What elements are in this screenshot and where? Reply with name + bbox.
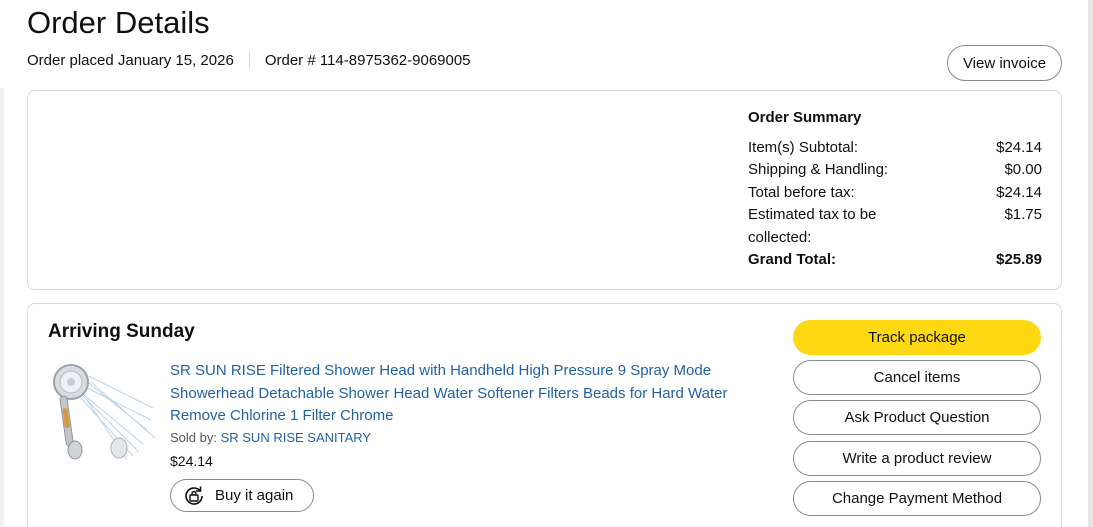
summary-value: $24.14 xyxy=(996,138,1042,156)
buy-it-again-button[interactable]: Buy it again xyxy=(170,479,314,512)
seller-link[interactable]: SR SUN RISE SANITARY xyxy=(221,430,372,445)
product-image[interactable] xyxy=(47,360,156,464)
order-summary-title: Order Summary xyxy=(748,109,862,126)
summary-row-before-tax: Total before tax: $24.14 xyxy=(748,182,1042,205)
order-placed-date: Order placed January 15, 2026 xyxy=(27,51,234,69)
order-number: Order # 114-8975362-9069005 xyxy=(264,51,471,69)
sold-by: Sold by: SR SUN RISE SANITARY xyxy=(170,430,371,445)
summary-label: Shipping & Handling: xyxy=(748,161,889,178)
change-payment-button[interactable]: Change Payment Method xyxy=(793,481,1041,516)
view-invoice-button[interactable]: View invoice xyxy=(947,45,1062,81)
order-summary: Order Summary Item(s) Subtotal: $24.14 S… xyxy=(748,107,1042,272)
summary-label: Total before tax: xyxy=(748,183,855,201)
meta-divider xyxy=(248,51,250,69)
delivery-status: Arriving Sunday xyxy=(48,321,195,342)
buy-it-again-label: Buy it again xyxy=(215,487,294,504)
summary-value: $24.14 xyxy=(996,183,1042,201)
summary-row-subtotal: Item(s) Subtotal: $24.14 xyxy=(748,137,1042,160)
write-review-button[interactable]: Write a product review xyxy=(793,441,1041,476)
sold-by-prefix: Sold by: xyxy=(170,430,221,445)
item-price: $24.14 xyxy=(170,453,213,469)
buy-again-icon xyxy=(181,483,207,509)
summary-label: Estimated tax to be collected: xyxy=(748,206,877,246)
right-scroll-edge xyxy=(1088,0,1093,527)
summary-row-tax: Estimated tax to be collected: $1.75 xyxy=(748,204,1042,249)
summary-value: $1.75 xyxy=(1004,206,1042,223)
track-package-button[interactable]: Track package xyxy=(793,320,1041,355)
page-title: Order Details xyxy=(27,5,210,40)
cancel-items-button[interactable]: Cancel items xyxy=(793,360,1041,395)
shower-head-icon xyxy=(53,364,156,461)
summary-row-grand-total: Grand Total: $25.89 xyxy=(748,249,1042,272)
product-title-link[interactable]: SR SUN RISE Filtered Shower Head with Ha… xyxy=(170,360,770,428)
summary-label: Item(s) Subtotal: xyxy=(748,138,859,156)
grand-total-value: $25.89 xyxy=(996,251,1042,268)
summary-row-shipping: Shipping & Handling: $0.00 xyxy=(748,159,1042,182)
grand-total-label: Grand Total: xyxy=(748,251,837,268)
left-edge xyxy=(0,88,4,527)
order-meta: Order placed January 15, 2026 Order # 11… xyxy=(27,51,471,69)
summary-value: $0.00 xyxy=(1004,161,1042,178)
ask-product-question-button[interactable]: Ask Product Question xyxy=(793,400,1041,435)
